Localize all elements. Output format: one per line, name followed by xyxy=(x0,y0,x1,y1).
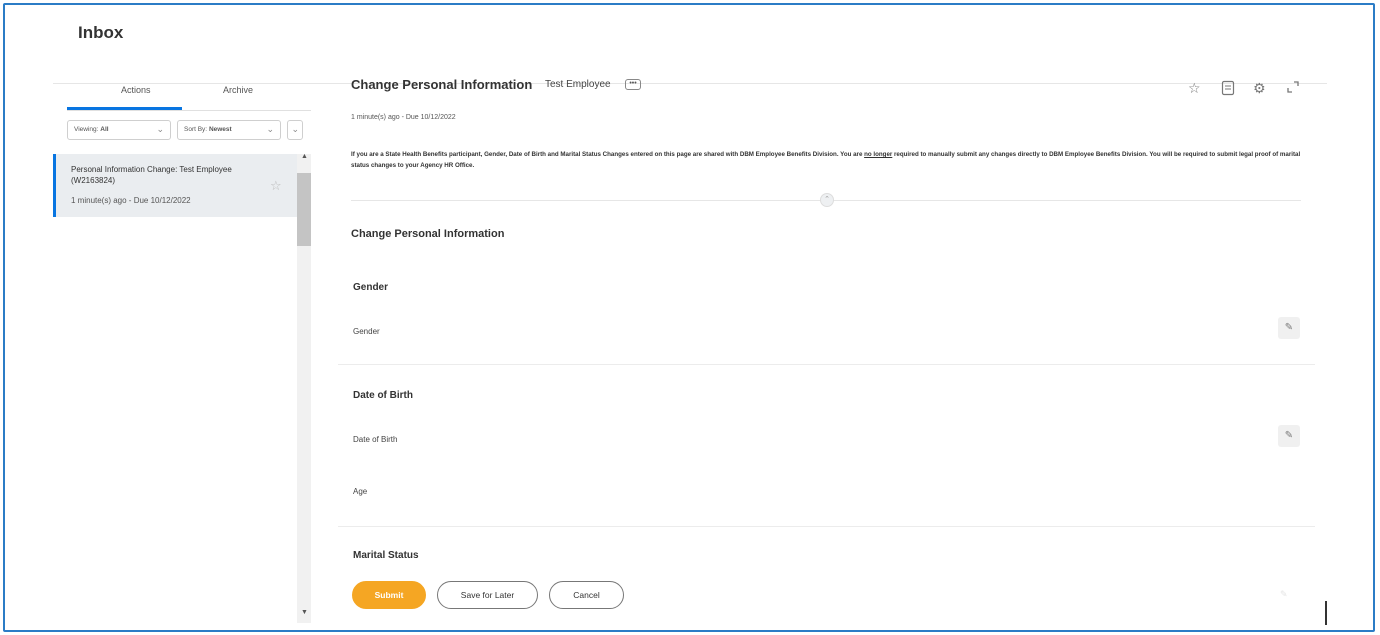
gender-section: Gender Gender ✎ xyxy=(338,265,1315,365)
age-field-label: Age xyxy=(353,487,368,496)
pencil-icon[interactable]: ✎ xyxy=(1278,317,1300,339)
sort-direction-button[interactable]: ⌄ xyxy=(287,120,303,140)
expand-icon[interactable] xyxy=(1286,80,1300,97)
viewing-filter-select[interactable]: Viewing: All ⌄ xyxy=(67,120,171,140)
footer-edge-divider xyxy=(1325,601,1327,625)
section-title: Change Personal Information xyxy=(351,228,505,240)
task-subject[interactable]: Test Employee xyxy=(545,79,611,90)
star-icon[interactable]: ☆ xyxy=(270,178,282,194)
pdf-icon[interactable] xyxy=(1221,80,1235,99)
list-item[interactable]: Personal Information Change: Test Employ… xyxy=(53,154,297,217)
scroll-down-arrow-icon[interactable]: ▼ xyxy=(301,609,308,616)
chevron-down-icon: ⌄ xyxy=(291,124,299,134)
date-of-birth-section: Date of Birth Date of Birth ✎ Age xyxy=(338,365,1315,527)
tab-actions[interactable]: Actions xyxy=(121,85,151,95)
list-item-title: Personal Information Change: Test Employ… xyxy=(71,165,232,185)
pencil-icon[interactable]: ✎ xyxy=(1278,425,1300,447)
dob-field-label: Date of Birth xyxy=(353,435,398,444)
action-footer: Submit Save for Later Cancel xyxy=(338,564,1327,626)
sort-by-select[interactable]: Sort By: Newest ⌄ xyxy=(177,120,281,140)
pencil-icon: ✎ xyxy=(1280,589,1288,599)
marital-status-section: Marital Status xyxy=(338,527,1315,567)
chevron-down-icon: ⌄ xyxy=(156,124,164,134)
gear-icon[interactable]: ⚙ xyxy=(1253,80,1266,97)
notice-emphasis: no longer xyxy=(864,151,893,158)
dob-heading: Date of Birth xyxy=(353,390,413,401)
page-title: Inbox xyxy=(78,23,124,42)
star-icon[interactable]: ☆ xyxy=(1188,80,1201,97)
chevron-down-icon: ⌄ xyxy=(266,124,274,134)
notice-text-start: If you are a State Health Benefits parti… xyxy=(351,151,865,158)
scroll-up-arrow-icon[interactable]: ▲ xyxy=(301,153,308,160)
viewing-filter-value: All xyxy=(100,126,109,133)
submit-button[interactable]: Submit xyxy=(352,581,426,609)
task-due-line: 1 minute(s) ago - Due 10/12/2022 xyxy=(351,114,456,121)
benefits-notice: If you are a State Health Benefits parti… xyxy=(351,149,1311,171)
tab-archive[interactable]: Archive xyxy=(223,85,253,95)
tab-divider xyxy=(67,110,311,111)
collapse-toggle-icon[interactable]: ⌃ xyxy=(820,193,834,207)
cancel-button[interactable]: Cancel xyxy=(549,581,624,609)
sort-by-label: Sort By: xyxy=(184,126,208,133)
marital-status-heading: Marital Status xyxy=(353,550,419,561)
inbox-tabs: Actions Archive xyxy=(67,75,313,111)
save-for-later-button[interactable]: Save for Later xyxy=(437,581,538,609)
inbox-list-pane: Actions Archive Viewing: All ⌄ Sort By: … xyxy=(53,75,311,623)
scrollbar-thumb[interactable] xyxy=(297,173,311,246)
related-actions-button[interactable]: ••• xyxy=(625,79,641,90)
gender-field-label: Gender xyxy=(353,327,380,336)
viewing-filter-label: Viewing: xyxy=(74,126,99,133)
task-title: Change Personal Information xyxy=(351,77,533,92)
sort-by-value: Newest xyxy=(208,126,232,133)
app-frame: Inbox Actions Archive Viewing: All ⌄ Sor… xyxy=(3,3,1375,632)
list-item-due: 1 minute(s) ago - Due 10/12/2022 xyxy=(71,196,191,205)
gender-heading: Gender xyxy=(353,282,389,293)
